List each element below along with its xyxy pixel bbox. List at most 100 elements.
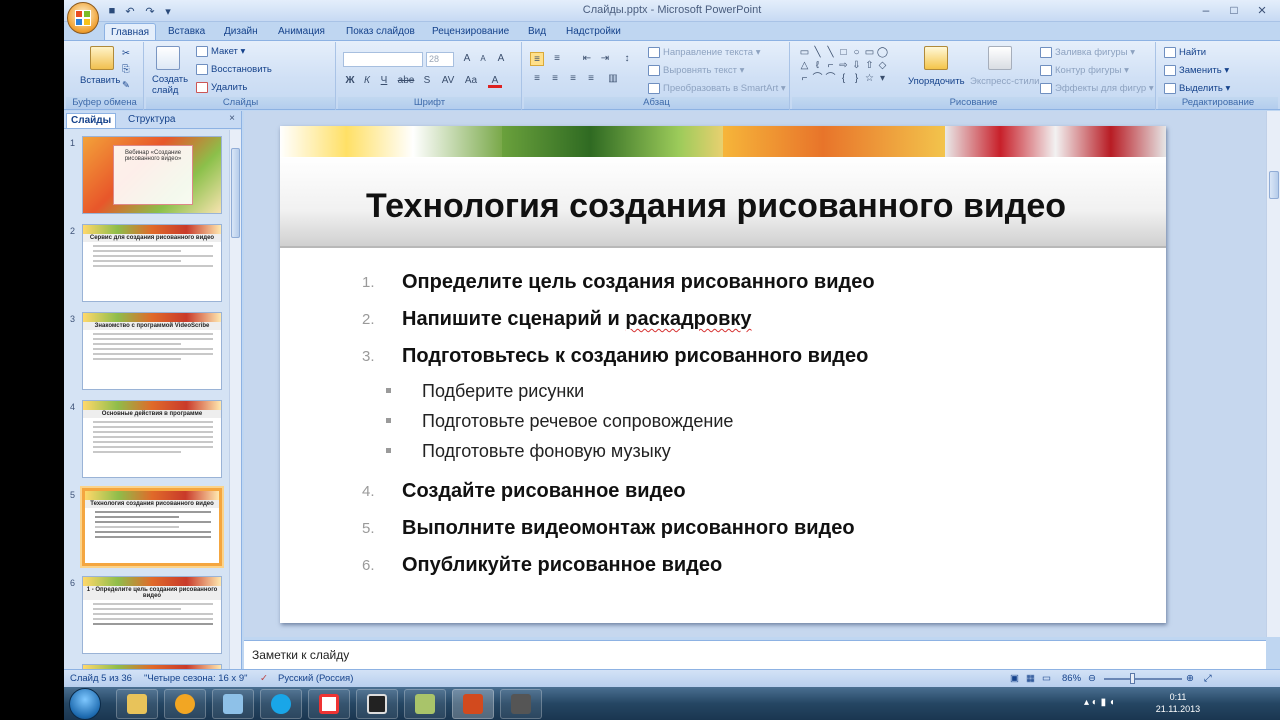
shape-outline-button[interactable]: Контур фигуры ▾ — [1040, 65, 1129, 76]
tab-addins[interactable]: Надстройки — [560, 23, 627, 40]
shape-option[interactable]: ⌐ — [798, 72, 811, 85]
numbering-icon[interactable]: ≡ — [550, 52, 564, 66]
explorer-taskbar-icon[interactable] — [116, 689, 158, 719]
tab-outline[interactable]: Структура — [124, 113, 179, 128]
grow-font-button[interactable]: A — [460, 52, 474, 66]
slide-thumbnail-3[interactable]: Знакомство с программой VideoScribe — [82, 312, 222, 390]
slide-scroll-thumb[interactable] — [1269, 171, 1279, 199]
font-size-combo[interactable]: 28 — [426, 52, 454, 67]
align-center-icon[interactable]: ≡ — [548, 72, 562, 86]
tab-animation[interactable]: Анимация — [272, 23, 331, 40]
sorter-view-icon[interactable]: ▦ — [1026, 673, 1035, 684]
tab-view[interactable]: Вид — [522, 23, 552, 40]
close-button[interactable]: × — [1248, 0, 1276, 20]
select-button[interactable]: Выделить ▾ — [1164, 83, 1230, 94]
shape-option[interactable]: △ — [798, 59, 811, 72]
shape-effects-button[interactable]: Эффекты для фигур ▾ — [1040, 83, 1154, 94]
notes-pane[interactable]: Заметки к слайду — [244, 640, 1266, 669]
increase-indent-icon[interactable]: ⇥ — [598, 52, 612, 66]
slide-thumbnail-4[interactable]: Основные действия в программе — [82, 400, 222, 478]
underline-button[interactable]: Ч — [377, 74, 391, 88]
copy-icon[interactable]: ⎘ — [122, 64, 130, 75]
browser-taskbar-icon[interactable] — [164, 689, 206, 719]
shape-option[interactable]: } — [850, 72, 863, 85]
shape-option[interactable]: ℓ — [811, 59, 824, 72]
slide-thumbnail-6[interactable]: 1 - Определите цель создания рисованного… — [82, 576, 222, 654]
tab-review[interactable]: Рецензирование — [426, 23, 515, 40]
app-taskbar-icon[interactable] — [404, 689, 446, 719]
skype-taskbar-icon[interactable] — [260, 689, 302, 719]
undo-icon[interactable]: ↶ — [122, 3, 138, 19]
tab-home[interactable]: Главная — [104, 23, 157, 40]
fit-to-window-icon[interactable]: ⤢ — [1204, 673, 1212, 684]
shrink-font-button[interactable]: A — [476, 52, 490, 66]
shape-option[interactable]: ▭ — [863, 46, 876, 59]
slide-scrollbar[interactable] — [1266, 111, 1280, 637]
shape-option[interactable]: { — [837, 72, 850, 85]
new-slide-button[interactable]: Создать слайд — [152, 74, 192, 96]
shape-option[interactable]: ⌒ — [811, 72, 824, 85]
delete-button[interactable]: Удалить — [196, 82, 247, 93]
italic-button[interactable]: К — [360, 74, 374, 88]
shape-option[interactable]: ⌒ — [824, 72, 837, 85]
columns-icon[interactable]: ▥ — [606, 72, 620, 86]
slide-thumbnail-1[interactable]: Вебинар «Создание рисованного видео» — [82, 136, 222, 214]
spellcheck-icon[interactable]: ✓ — [260, 673, 268, 684]
drawing-app-taskbar-icon[interactable] — [356, 689, 398, 719]
shape-option[interactable]: □ — [837, 46, 850, 59]
font-name-combo[interactable] — [343, 52, 423, 67]
shapes-gallery[interactable]: ▭ ╲ ╲ □ ○ ▭ ◯ △ ℓ ⌐ ⇨ ⇩ ⇧ ◇ ⌐ ⌒ ⌒{} ☆ ▾ — [798, 46, 889, 85]
save-icon[interactable]: ■ — [104, 3, 120, 19]
shape-fill-button[interactable]: Заливка фигуры ▾ — [1040, 47, 1135, 58]
tab-insert[interactable]: Вставка — [162, 23, 211, 40]
quick-styles-button[interactable]: Экспресс-стили — [970, 76, 1039, 87]
zoom-out-icon[interactable]: ⊖ — [1088, 673, 1096, 684]
zoom-level[interactable]: 86% — [1062, 673, 1081, 684]
panel-scroll-thumb[interactable] — [231, 148, 240, 238]
spacing-button[interactable]: AV — [438, 74, 458, 88]
slide-canvas[interactable]: Технология создания рисованного видео 1.… — [280, 126, 1166, 623]
tab-slideshow[interactable]: Показ слайдов — [340, 23, 421, 40]
shape-option[interactable]: ▾ — [876, 72, 889, 85]
slide-thumbnail-5-selected[interactable]: Технология создания рисованного видео — [82, 488, 222, 566]
shape-option[interactable]: ⇨ — [837, 59, 850, 72]
font-color-button[interactable]: A — [488, 74, 502, 88]
maximize-button[interactable]: □ — [1220, 0, 1248, 20]
format-painter-icon[interactable]: ✎ — [122, 80, 130, 91]
find-button[interactable]: Найти — [1164, 47, 1206, 58]
normal-view-icon[interactable]: ▣ — [1010, 673, 1019, 684]
notepad-taskbar-icon[interactable] — [212, 689, 254, 719]
zoom-in-icon[interactable]: ⊕ — [1186, 673, 1194, 684]
slide-thumbnail-2[interactable]: Сервис для создания рисованного видео — [82, 224, 222, 302]
bullets-icon[interactable]: ≡ — [530, 52, 544, 66]
zoom-slider[interactable] — [1104, 678, 1182, 680]
text-direction-button[interactable]: Направление текста ▾ — [648, 47, 760, 58]
justify-icon[interactable]: ≡ — [584, 72, 598, 86]
change-case-button[interactable]: Aa — [462, 74, 480, 88]
shape-option[interactable]: ╲ — [811, 46, 824, 59]
layout-button[interactable]: Макет ▾ — [196, 46, 245, 57]
tab-design[interactable]: Дизайн — [218, 23, 264, 40]
recorder-taskbar-icon[interactable] — [500, 689, 542, 719]
replace-button[interactable]: Заменить ▾ — [1164, 65, 1229, 76]
align-right-icon[interactable]: ≡ — [566, 72, 580, 86]
system-clock[interactable]: 0:11 21.11.2013 — [1148, 691, 1208, 715]
panel-scrollbar[interactable] — [229, 130, 241, 669]
customize-qat-icon[interactable]: ▾ — [160, 3, 176, 19]
align-text-button[interactable]: Выровнять текст ▾ — [648, 65, 744, 76]
start-button[interactable] — [69, 688, 101, 720]
slideshow-view-icon[interactable]: ▭ — [1042, 673, 1051, 684]
decrease-indent-icon[interactable]: ⇤ — [580, 52, 594, 66]
strike-button[interactable]: abe — [396, 74, 416, 88]
language-indicator[interactable]: Русский (Россия) — [278, 673, 353, 684]
paste-button[interactable]: Вставить — [80, 75, 120, 86]
panel-close-icon[interactable]: × — [229, 113, 235, 124]
shape-option[interactable]: ▭ — [798, 46, 811, 59]
tab-slides[interactable]: Слайды — [66, 113, 117, 128]
clear-format-button[interactable]: A — [494, 52, 508, 66]
shape-option[interactable]: ⌐ — [824, 59, 837, 72]
powerpoint-taskbar-icon[interactable] — [452, 689, 494, 719]
bold-button[interactable]: Ж — [343, 74, 357, 88]
shadow-button[interactable]: S — [420, 74, 434, 88]
align-left-icon[interactable]: ≡ — [530, 72, 544, 86]
